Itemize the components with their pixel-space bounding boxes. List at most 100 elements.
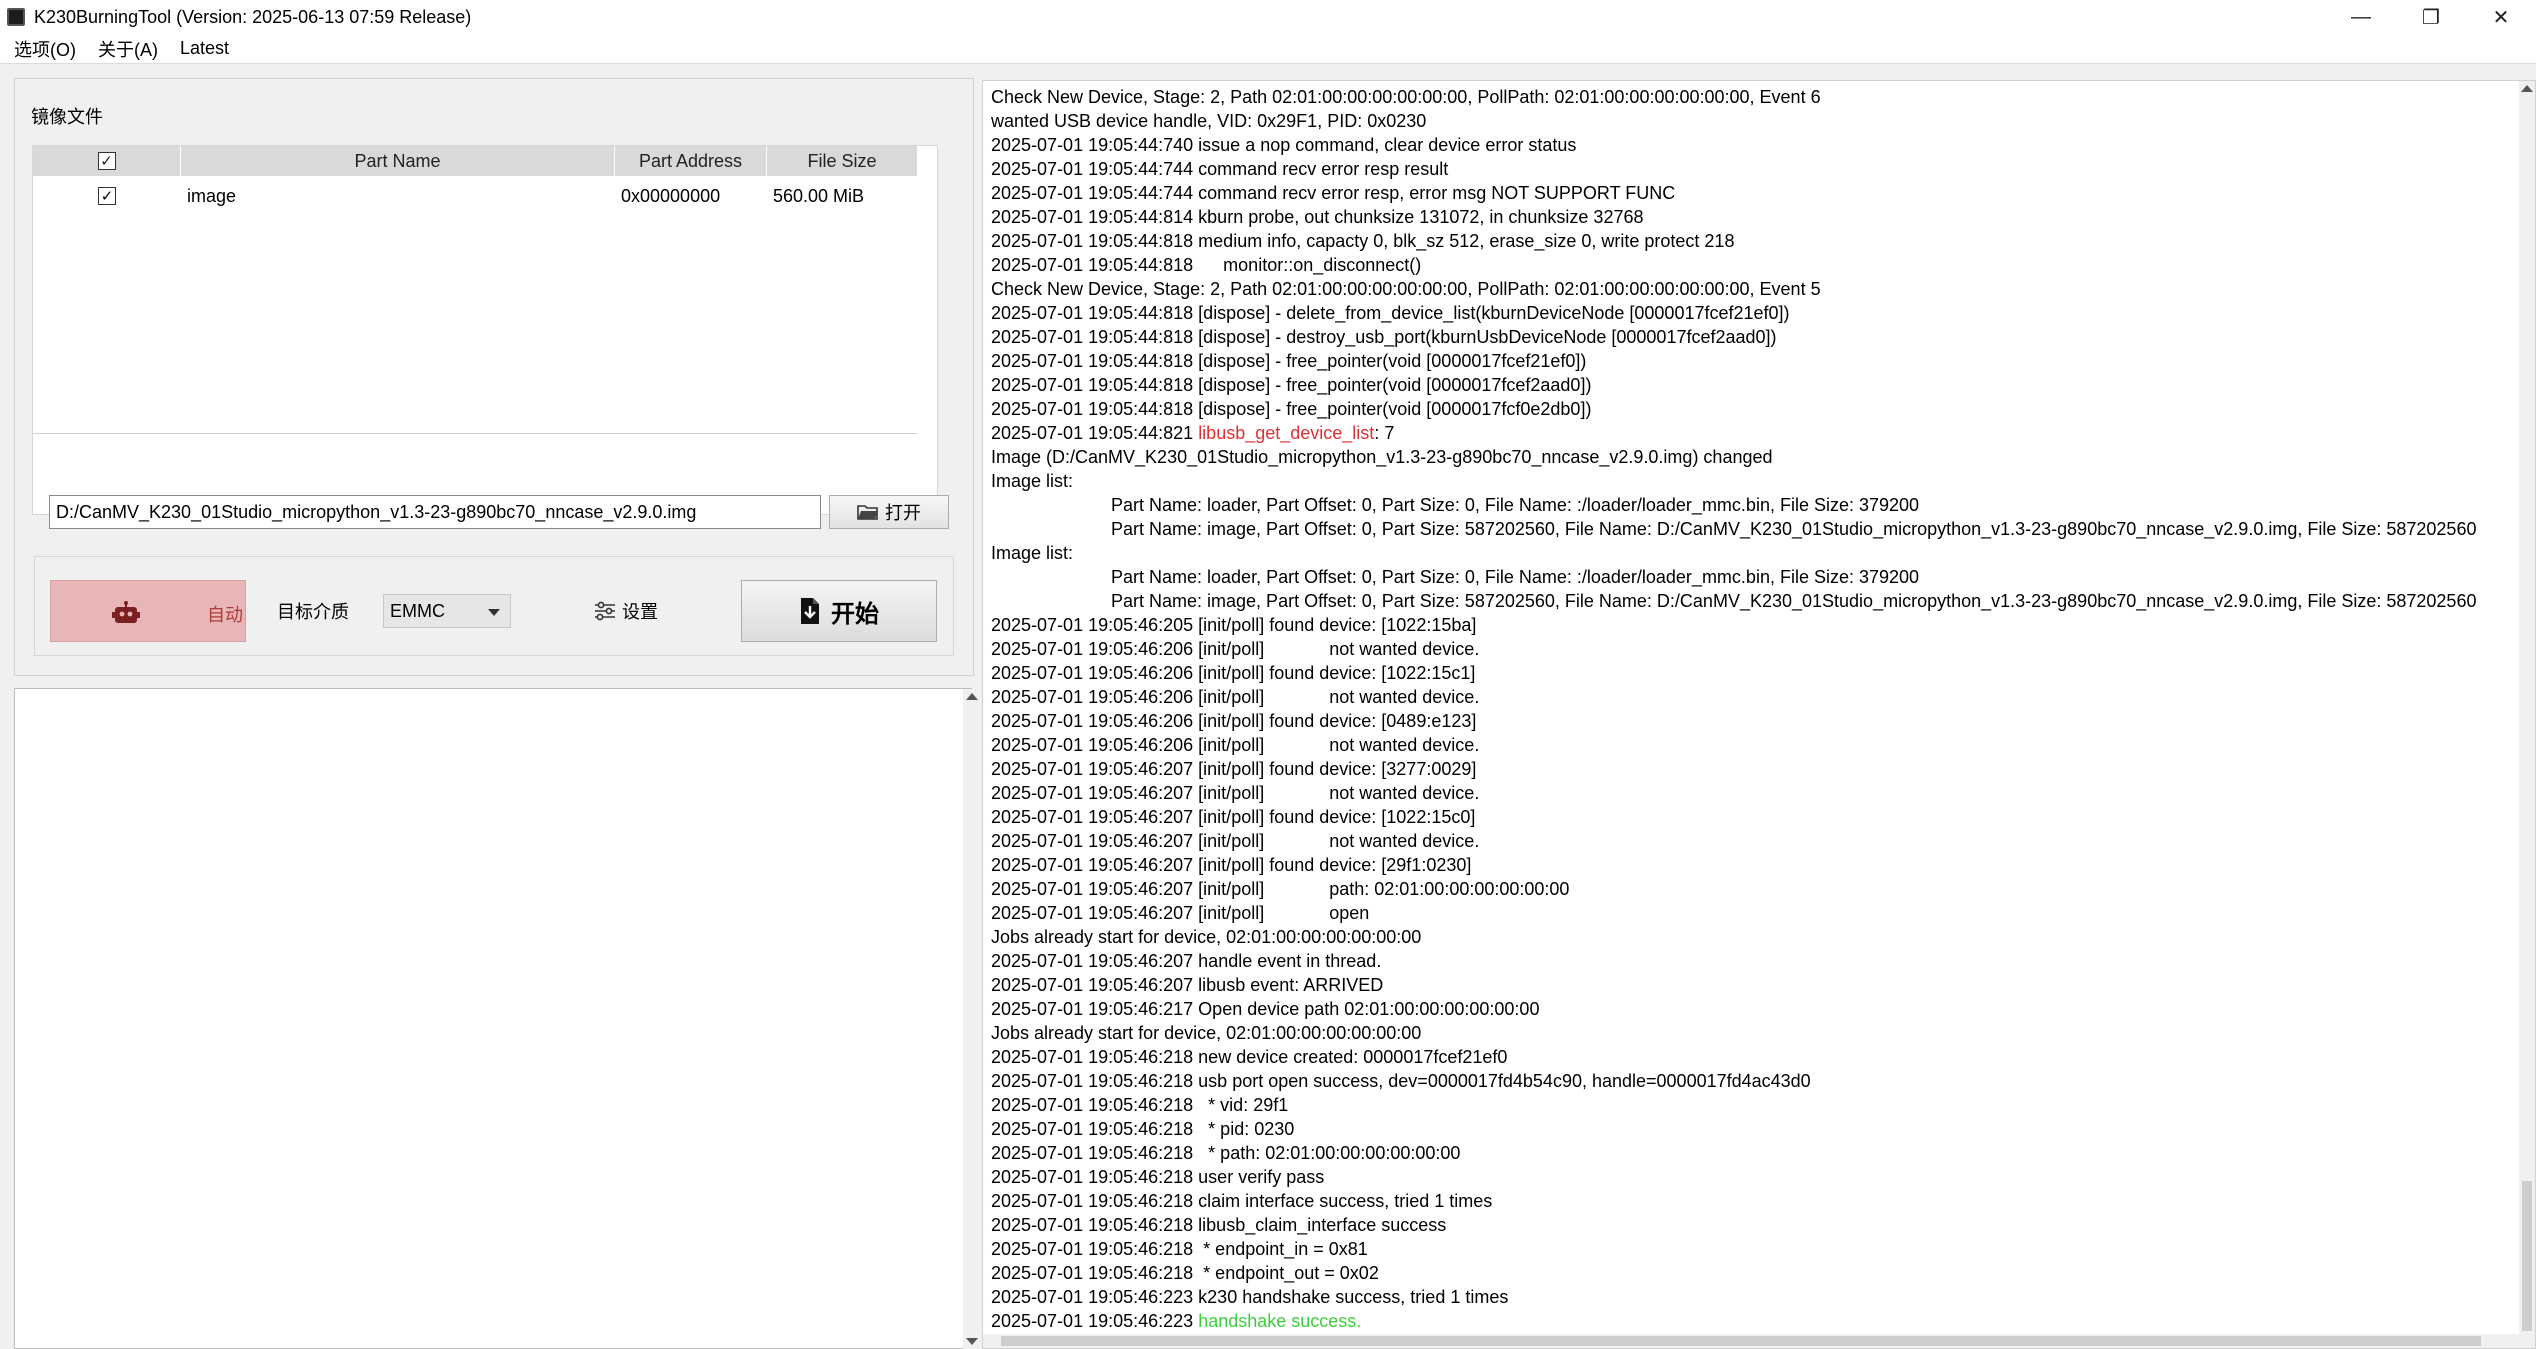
target-medium-label: 目标介质 bbox=[277, 602, 349, 622]
menu-about[interactable]: 关于(A) bbox=[98, 36, 158, 62]
output-scrollbar[interactable] bbox=[963, 689, 981, 1349]
log-line: Check New Device, Stage: 2, Path 02:01:0… bbox=[991, 87, 1821, 107]
log-line: 2025-07-01 19:05:44:818 [dispose] - dele… bbox=[991, 303, 1790, 323]
scroll-up-icon[interactable] bbox=[966, 693, 978, 700]
select-all-header[interactable]: ✓ bbox=[33, 146, 181, 176]
open-button-label: 打开 bbox=[885, 503, 921, 523]
start-button[interactable]: 开始 bbox=[741, 580, 937, 642]
log-line: 2025-07-01 19:05:46:206 [init/poll] not … bbox=[991, 639, 1480, 659]
log-line: 2025-07-01 19:05:46:223 k230 handshake s… bbox=[991, 1287, 1509, 1307]
robot-icon bbox=[112, 601, 140, 623]
download-file-icon bbox=[801, 598, 819, 624]
log-line: 2025-07-01 19:05:46:207 [init/poll] not … bbox=[991, 783, 1480, 803]
log-line: 2025-07-01 19:05:44:818 [dispose] - dest… bbox=[991, 327, 1777, 347]
log-line: 2025-07-01 19:05:46:207 [init/poll] not … bbox=[991, 831, 1480, 851]
log-line: Image list: bbox=[991, 471, 1074, 491]
log-line: 2025-07-01 19:05:46:207 [init/poll] foun… bbox=[991, 855, 1472, 875]
open-button[interactable]: 打开 bbox=[829, 495, 949, 529]
title-bar: K230BurningTool (Version: 2025-06-13 07:… bbox=[0, 0, 2536, 34]
menu-latest[interactable]: Latest bbox=[180, 38, 229, 59]
log-line: 2025-07-01 19:05:46:218 user verify pass bbox=[991, 1167, 1325, 1187]
settings-button-label: 设置 bbox=[622, 602, 658, 622]
log-line: 2025-07-01 19:05:46:205 [init/poll] foun… bbox=[991, 615, 1477, 635]
close-button[interactable]: ✕ bbox=[2466, 0, 2536, 34]
log-line: Image list: bbox=[991, 543, 1074, 563]
log-line: 2025-07-01 19:05:44:818 [dispose] - free… bbox=[991, 351, 1587, 371]
window-title: K230BurningTool (Version: 2025-06-13 07:… bbox=[34, 6, 472, 27]
log-line: 2025-07-01 19:05:46:207 [init/poll] open bbox=[991, 903, 1370, 923]
part-table-header: ✓ Part Name Part Address File Size bbox=[33, 146, 917, 176]
col-part-name: Part Name bbox=[181, 146, 615, 176]
log-line: 2025-07-01 19:05:46:218 usb port open su… bbox=[991, 1071, 1811, 1091]
log-line: 2025-07-01 19:05:46:207 [init/poll] foun… bbox=[991, 807, 1476, 827]
log-line: 2025-07-01 19:05:44:814 kburn probe, out… bbox=[991, 207, 1644, 227]
log-line: wanted USB device handle, VID: 0x29F1, P… bbox=[991, 111, 1427, 131]
col-part-address: Part Address bbox=[615, 146, 767, 176]
log-line: 2025-07-01 19:05:46:218 * endpoint_out =… bbox=[991, 1263, 1379, 1283]
log-line: Part Name: image, Part Offset: 0, Part S… bbox=[1111, 519, 2477, 539]
log-line: 2025-07-01 19:05:44:744 command recv err… bbox=[991, 159, 1449, 179]
menu-bar: 选项(O) 关于(A) Latest bbox=[0, 34, 2536, 64]
log-line: 2025-07-01 19:05:46:218 * path: 02:01:00… bbox=[991, 1143, 1461, 1163]
scroll-up-icon[interactable] bbox=[2521, 85, 2533, 92]
log-line: 2025-07-01 19:05:46:206 [init/poll] foun… bbox=[991, 663, 1476, 683]
log-line: 2025-07-01 19:05:46:207 [init/poll] foun… bbox=[991, 759, 1477, 779]
log-line: 2025-07-01 19:05:46:218 * vid: 29f1 bbox=[991, 1095, 1289, 1115]
image-file-label: 镜像文件 bbox=[31, 107, 103, 127]
log-panel[interactable]: Check New Device, Stage: 2, Path 02:01:0… bbox=[982, 80, 2536, 1349]
log-line: 2025-07-01 19:05:44:744 command recv err… bbox=[991, 183, 1676, 203]
row-part-address: 0x00000000 bbox=[621, 185, 721, 206]
app-icon bbox=[7, 8, 25, 26]
auto-button[interactable]: 自动 bbox=[50, 580, 246, 642]
log-line: 2025-07-01 19:05:46:223 handshake succes… bbox=[991, 1311, 1362, 1331]
table-row[interactable]: ✓ image 0x00000000 560.00 MiB bbox=[33, 181, 917, 211]
log-line: 2025-07-01 19:05:44:818 [dispose] - free… bbox=[991, 399, 1592, 419]
log-line: Part Name: image, Part Offset: 0, Part S… bbox=[1111, 591, 2477, 611]
scroll-down-icon[interactable] bbox=[966, 1338, 978, 1345]
table-divider bbox=[33, 433, 917, 434]
log-line: 2025-07-01 19:05:46:218 libusb_claim_int… bbox=[991, 1215, 1447, 1235]
row-part-name: image bbox=[187, 185, 237, 206]
log-highlight: handshake success. bbox=[1198, 1311, 1362, 1331]
log-line: 2025-07-01 19:05:44:818 monitor::on_disc… bbox=[991, 255, 1422, 275]
maximize-button[interactable]: ❐ bbox=[2396, 0, 2466, 34]
log-line: Jobs already start for device, 02:01:00:… bbox=[991, 927, 1422, 947]
start-button-label: 开始 bbox=[831, 600, 879, 628]
settings-button[interactable]: 设置 bbox=[594, 598, 658, 624]
minimize-button[interactable]: — bbox=[2326, 0, 2396, 34]
log-line: 2025-07-01 19:05:46:207 handle event in … bbox=[991, 951, 1382, 971]
log-line: Part Name: loader, Part Offset: 0, Part … bbox=[1111, 567, 1920, 587]
log-line: 2025-07-01 19:05:46:206 [init/poll] not … bbox=[991, 687, 1480, 707]
image-path-input[interactable]: D:/CanMV_K230_01Studio_micropython_v1.3-… bbox=[49, 495, 821, 529]
log-line: 2025-07-01 19:05:44:821 libusb_get_devic… bbox=[991, 423, 1395, 443]
auto-button-label: 自动 bbox=[207, 605, 243, 625]
sliders-icon bbox=[595, 601, 615, 621]
log-line: Check New Device, Stage: 2, Path 02:01:0… bbox=[991, 279, 1821, 299]
log-line: 2025-07-01 19:05:46:218 new device creat… bbox=[991, 1047, 1508, 1067]
log-line: Jobs already start for device, 02:01:00:… bbox=[991, 1023, 1422, 1043]
log-vertical-scrollbar[interactable] bbox=[2519, 81, 2535, 1348]
row-checkbox[interactable]: ✓ bbox=[98, 187, 116, 205]
log-line: Image (D:/CanMV_K230_01Studio_micropytho… bbox=[991, 447, 1773, 467]
output-area[interactable] bbox=[14, 688, 981, 1349]
log-line: 2025-07-01 19:05:46:218 claim interface … bbox=[991, 1191, 1493, 1211]
log-highlight: libusb_get_device_list bbox=[1198, 423, 1375, 443]
target-medium-select[interactable]: EMMC bbox=[383, 594, 511, 628]
window-controls: — ❐ ✕ bbox=[2326, 0, 2536, 34]
chevron-down-icon bbox=[488, 609, 500, 616]
log-line: 2025-07-01 19:05:46:217 Open device path… bbox=[991, 999, 1540, 1019]
folder-icon bbox=[857, 505, 878, 520]
log-horizontal-scrollbar[interactable] bbox=[983, 1334, 2535, 1348]
col-file-size: File Size bbox=[807, 150, 877, 171]
row-file-size: 560.00 MiB bbox=[773, 185, 865, 206]
log-line: 2025-07-01 19:05:46:218 * pid: 0230 bbox=[991, 1119, 1295, 1139]
log-vertical-thumb[interactable] bbox=[2522, 1181, 2532, 1331]
log-line: 2025-07-01 19:05:44:818 medium info, cap… bbox=[991, 231, 1735, 251]
log-line: 2025-07-01 19:05:44:740 issue a nop comm… bbox=[991, 135, 1577, 155]
target-medium-value: EMMC bbox=[390, 600, 445, 621]
menu-options[interactable]: 选项(O) bbox=[14, 36, 76, 62]
log-line: 2025-07-01 19:05:46:206 [init/poll] not … bbox=[991, 735, 1480, 755]
select-all-checkbox[interactable]: ✓ bbox=[97, 152, 116, 170]
log-line: 2025-07-01 19:05:44:818 [dispose] - free… bbox=[991, 375, 1592, 395]
log-horizontal-thumb[interactable] bbox=[1001, 1336, 2481, 1346]
